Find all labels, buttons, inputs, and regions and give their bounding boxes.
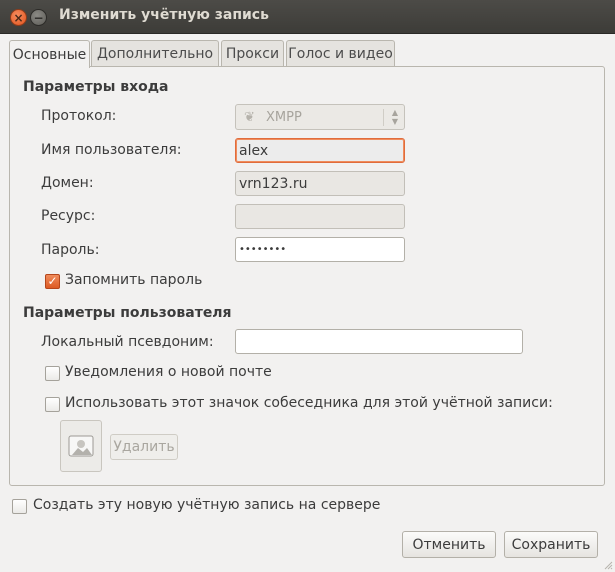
buddy-icon-checkbox[interactable] xyxy=(45,397,60,412)
minimize-window-button[interactable]: − xyxy=(30,9,47,26)
username-label: Имя пользователя: xyxy=(41,142,182,158)
remove-icon-button[interactable]: Удалить xyxy=(110,434,178,460)
minimize-icon: − xyxy=(33,10,44,25)
buddy-icon-button[interactable] xyxy=(60,420,102,472)
mail-notify-checkbox[interactable] xyxy=(45,366,60,381)
resource-field[interactable] xyxy=(235,204,405,229)
protocol-label: Протокол: xyxy=(41,108,117,124)
login-section-title: Параметры входа xyxy=(23,79,169,95)
alias-label: Локальный псевдоним: xyxy=(41,334,214,350)
xmpp-icon: ❦ xyxy=(244,109,255,125)
window-title: Изменить учётную запись xyxy=(59,7,269,23)
tab-voice-video[interactable]: Голос и видео xyxy=(286,40,395,67)
resize-grip-icon[interactable] xyxy=(603,560,613,570)
domain-field[interactable]: vrn123.ru xyxy=(235,171,405,196)
image-placeholder-icon xyxy=(68,435,94,457)
tab-proxy[interactable]: Прокси xyxy=(221,40,284,67)
tab-general[interactable]: Основные xyxy=(9,40,90,68)
combo-separator xyxy=(383,109,384,126)
tab-advanced[interactable]: Дополнительно xyxy=(91,40,219,67)
buddy-icon-label[interactable]: Использовать этот значок собеседника для… xyxy=(65,395,553,411)
checkmark-icon: ✓ xyxy=(47,274,58,288)
password-field[interactable]: •••••••• xyxy=(235,237,405,262)
username-field[interactable]: alex xyxy=(235,138,405,163)
create-on-server-checkbox[interactable] xyxy=(12,499,27,514)
close-window-button[interactable]: × xyxy=(10,9,27,26)
save-button[interactable]: Сохранить xyxy=(504,531,598,558)
chevron-updown-icon: ▲ ▼ xyxy=(391,108,398,126)
mail-notify-label[interactable]: Уведомления о новой почте xyxy=(65,364,272,380)
domain-label: Домен: xyxy=(41,175,94,191)
remember-password-checkbox[interactable]: ✓ xyxy=(45,274,60,289)
close-icon: × xyxy=(13,10,24,25)
remember-password-label[interactable]: Запомнить пароль xyxy=(65,272,202,288)
protocol-select[interactable]: ❦ XMPP ▲ ▼ xyxy=(235,104,405,130)
create-on-server-label[interactable]: Создать эту новую учётную запись на серв… xyxy=(33,497,380,513)
title-bar: × − Изменить учётную запись xyxy=(0,0,615,34)
protocol-value: XMPP xyxy=(266,109,302,125)
cancel-button[interactable]: Отменить xyxy=(402,531,496,558)
password-label: Пароль: xyxy=(41,242,100,258)
resource-label: Ресурс: xyxy=(41,208,96,224)
alias-field[interactable] xyxy=(235,329,523,354)
user-section-title: Параметры пользователя xyxy=(23,305,232,321)
